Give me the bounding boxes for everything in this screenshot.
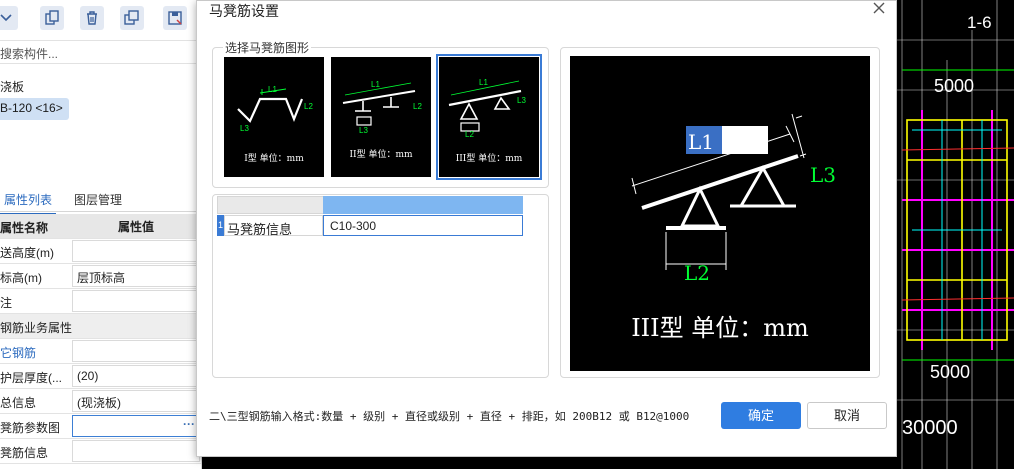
shape-preview: L1 L3 L2 III型 单位：mm <box>570 56 870 371</box>
table-row[interactable]: 总信息 (现浇板) <box>0 389 201 414</box>
table-row[interactable]: 凳筋参数图 ··· <box>0 414 201 439</box>
search-placeholder: 搜索构件... <box>0 47 59 61</box>
row-name: 它钢筋 <box>0 346 37 360</box>
cad-label-dimension: 5000 <box>934 76 974 96</box>
row-value[interactable] <box>72 440 200 462</box>
table-row[interactable]: 它钢筋 <box>0 339 201 364</box>
save-icon <box>168 11 182 25</box>
row-value[interactable]: ··· <box>72 415 200 437</box>
preview-label-l2: L2 <box>684 261 710 285</box>
cad-label-axis: 1-6 <box>967 13 992 32</box>
thumb-caption: III型 单位：mm <box>456 152 523 164</box>
copy-button[interactable] <box>40 6 64 30</box>
dropdown-icon <box>0 14 12 22</box>
row-name: 标高(m) <box>0 271 42 285</box>
preview-label-l1: L1 <box>688 130 714 154</box>
tab-layer-management[interactable]: 图层管理 <box>74 191 122 208</box>
thumb-caption: I型 单位：mm <box>244 152 304 164</box>
cad-label-dimension: 5000 <box>930 362 970 382</box>
tab-attribute-list[interactable]: 属性列表 <box>0 191 57 215</box>
shape-group-label: 选择马凳筋图形 <box>223 39 312 56</box>
thumb-label-l1: L1 <box>479 78 488 87</box>
dropdown-button[interactable] <box>0 6 18 30</box>
row-value[interactable] <box>72 290 200 312</box>
shape-type-3-diagram: L1 L3 L2 III型 单位：mm <box>448 78 526 164</box>
table-row[interactable]: 护层厚度(... (20) <box>0 364 201 389</box>
shape-preview-diagram: L1 L3 L2 III型 单位：mm <box>631 113 836 342</box>
copy-icon <box>45 10 59 25</box>
row-value[interactable] <box>72 240 200 262</box>
preview-label-l3: L3 <box>810 163 836 187</box>
dialog-title: 马凳筋设置 <box>209 3 279 19</box>
row-value[interactable]: 层顶标高 <box>72 265 200 287</box>
thumb-label-l3: L3 <box>240 124 249 133</box>
ok-button[interactable]: 确定 <box>721 402 801 429</box>
shape-thumb-type-1[interactable]: L1 L2 L3 I型 单位：mm <box>224 57 324 177</box>
row-value[interactable] <box>72 340 200 362</box>
ellipsis-button[interactable]: ··· <box>181 418 197 433</box>
shape-type-1-diagram: L1 L2 L3 I型 单位：mm <box>237 85 313 164</box>
table-row[interactable]: 标高(m) 层顶标高 <box>0 264 201 289</box>
delete-button[interactable] <box>80 6 104 30</box>
rebar-chair-dialog: 马凳筋设置 选择马凳筋图形 L1 L2 L3 I型 单位：mm L1 L2 L3… <box>196 0 897 457</box>
delete-icon <box>87 11 97 25</box>
tree-node-selected[interactable]: B-120 <16> <box>0 98 69 120</box>
copy-layer-icon <box>124 10 139 25</box>
copy-layer-button[interactable] <box>120 6 144 30</box>
row-value[interactable]: (20) <box>72 365 200 387</box>
grid-cell-name: 马凳筋信息 <box>224 215 323 237</box>
preview-caption: III型 单位：mm <box>631 314 809 342</box>
row-value[interactable]: (现浇板) <box>72 390 200 412</box>
thumb-label-l2: L2 <box>465 130 474 139</box>
thumb-label-l1: L1 <box>268 85 277 94</box>
table-group-row[interactable]: 钢筋业务属性 <box>0 314 201 339</box>
grid-header-value <box>323 196 523 214</box>
header-name: 属性名称 <box>0 221 49 235</box>
input-format-hint: 二\三型钢筋输入格式:数量 + 级别 + 直径或级别 + 直径 + 排距，如 2… <box>209 410 690 423</box>
thumb-label-l3: L3 <box>359 126 368 135</box>
property-panel: 搜索构件... 浇板 B-120 <16> 属性列表 图层管理 属性名称 属性值… <box>0 0 202 469</box>
row-name: 凳筋参数图 <box>0 421 61 435</box>
panel-tabs: 属性列表 图层管理 <box>0 186 201 215</box>
grid-row-number: 1 <box>217 215 224 236</box>
tree-root-item[interactable]: 浇板 <box>0 78 24 95</box>
cancel-button[interactable]: 取消 <box>807 402 887 429</box>
table-row[interactable]: 送高度(m) <box>0 239 201 264</box>
table-row[interactable]: 注 <box>0 289 201 314</box>
property-table-header: 属性名称 属性值 <box>0 214 201 239</box>
cad-label-dimension: 30000 <box>902 417 958 439</box>
property-table: 属性名称 属性值 送高度(m) 标高(m) 层顶标高 注 钢筋业务属性 它钢筋 … <box>0 214 201 464</box>
thumb-caption: II型 单位：mm <box>349 148 413 160</box>
close-icon[interactable] <box>872 1 886 15</box>
shape-thumb-type-3[interactable]: L1 L3 L2 III型 单位：mm <box>436 54 542 180</box>
shape-type-2-diagram: L1 L2 L3 II型 单位：mm <box>342 80 422 160</box>
rebar-info-grid: 1 马凳筋信息 C10-300 <box>212 194 549 378</box>
thumb-label-l3: L3 <box>517 96 526 105</box>
group-name: 钢筋业务属性 <box>0 321 73 335</box>
row-name: 注 <box>0 296 13 310</box>
thumb-label-l2: L2 <box>413 102 422 111</box>
grid-header-name <box>217 196 325 214</box>
table-row[interactable]: 凳筋信息 <box>0 439 201 464</box>
row-name: 凳筋信息 <box>0 446 49 460</box>
save-button[interactable] <box>163 6 187 30</box>
row-name: 护层厚度(... <box>0 371 62 385</box>
shape-thumb-type-2[interactable]: L1 L2 L3 II型 单位：mm <box>331 57 431 177</box>
grid-cell-value-input[interactable]: C10-300 <box>323 215 523 236</box>
search-input[interactable]: 搜索构件... <box>0 40 201 64</box>
header-value: 属性值 <box>117 220 154 234</box>
thumb-label-l1: L1 <box>371 80 380 89</box>
thumb-label-l2: L2 <box>304 102 313 111</box>
row-name: 送高度(m) <box>0 246 54 260</box>
row-name: 总信息 <box>0 396 37 410</box>
